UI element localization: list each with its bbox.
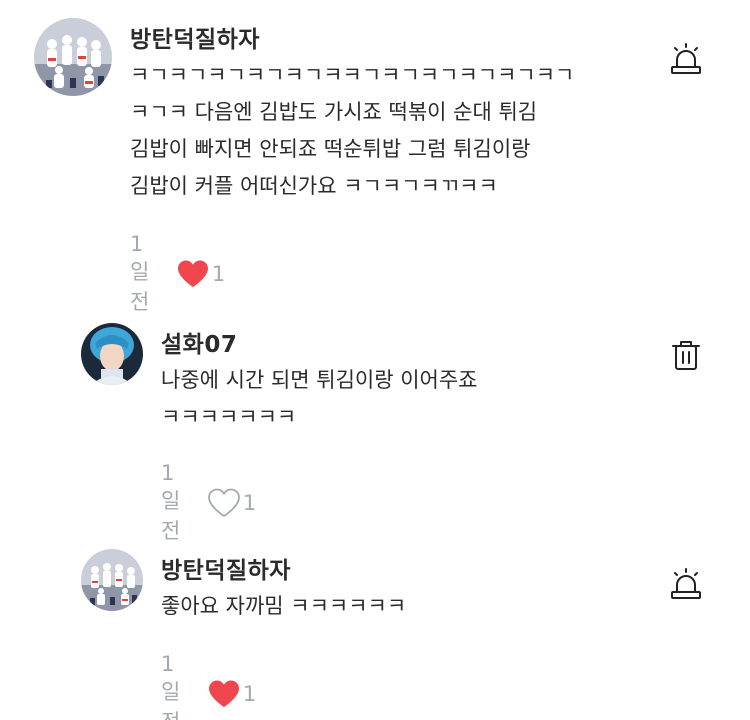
avatar[interactable] <box>81 549 143 611</box>
comment-line: ㅋㅋㅋㅋㅋㅋㅋ <box>161 405 297 429</box>
heart-filled-icon <box>208 680 239 707</box>
comment-line: 좋아요 자까밈 ㅋㅋㅋㅋㅋㅋ <box>161 594 407 618</box>
comment-line: 나중에 시간 되면 튀김이랑 이어주죠 <box>161 368 478 392</box>
report-siren-icon[interactable] <box>669 567 703 601</box>
comment-author[interactable]: 설화07 <box>161 325 237 359</box>
timestamp: 1일 전 <box>161 461 181 543</box>
comment-meta: 1일 전 1 <box>130 232 225 316</box>
report-siren-icon[interactable] <box>669 42 703 76</box>
comment-line: 김밥이 커플 어떠신가요 ㅋㄱㅋㄱㅋㄲㅋㅋ <box>130 174 498 198</box>
comment-line: ㅋㄱㅋ 다음엔 김밥도 가시죠 떡볶이 순대 튀김 <box>130 100 538 124</box>
timestamp: 1일 전 <box>130 232 150 314</box>
timestamp: 1일 전 <box>161 652 181 720</box>
like-count: 1 <box>211 262 226 286</box>
avatar[interactable] <box>34 18 112 96</box>
comment-line: ㅋㄱㅋㄱㅋㄱㅋㄱㅋㄱㅋㅋㄱㅋㄱㅋㄱㅋㄱㅋㄱㅋㄱ <box>130 63 575 87</box>
group-photo-avatar-icon <box>34 18 112 96</box>
comment-meta: 1일 전 1 <box>161 461 256 545</box>
avatar[interactable] <box>81 323 143 385</box>
comment-meta: 1일 전 1 <box>161 652 256 720</box>
group-photo-avatar-icon <box>81 549 143 611</box>
heart-filled-icon <box>177 260 208 287</box>
like-button[interactable]: 1 <box>176 259 225 289</box>
like-count: 1 <box>242 682 257 706</box>
like-button[interactable]: 1 <box>207 679 256 709</box>
profile-photo-avatar-icon <box>81 323 143 385</box>
comment-author[interactable]: 방탄덕질하자 <box>161 551 291 585</box>
like-count: 1 <box>242 491 257 515</box>
heart-outline-icon <box>207 488 240 518</box>
trash-icon[interactable] <box>669 338 703 372</box>
comment-line: 김밥이 빠지면 안되죠 떡순튀밥 그럼 튀김이랑 <box>130 137 531 161</box>
like-button[interactable]: 1 <box>207 488 256 518</box>
comment-author[interactable]: 방탄덕질하자 <box>130 20 260 54</box>
